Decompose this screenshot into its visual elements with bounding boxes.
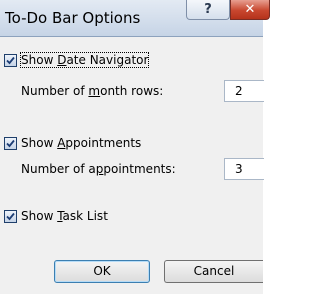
date-navigator-option[interactable]: Show Date Navigator — [4, 51, 150, 69]
checkmark-icon — [6, 212, 15, 220]
title-bar[interactable]: To-Do Bar Options ? ✕ — [0, 0, 270, 37]
dialog-body: Show Date Navigator Number of month rows… — [0, 37, 264, 294]
cancel-button[interactable]: Cancel — [164, 260, 263, 283]
appointments-count-input[interactable]: 3 — [224, 158, 264, 180]
help-button[interactable]: ? — [186, 0, 230, 20]
month-rows-input[interactable]: 2 — [224, 80, 264, 102]
appointments-checkbox[interactable] — [4, 136, 17, 150]
appointments-count-row: Number of appointments: — [21, 158, 176, 180]
appointments-count-label: Number of appointments: — [21, 162, 176, 176]
ok-button[interactable]: OK — [54, 260, 150, 283]
month-rows-label: Number of month rows: — [21, 84, 164, 98]
checkmark-icon — [6, 139, 15, 147]
dialog-title: To-Do Bar Options — [5, 9, 141, 27]
task-list-label: Show Task List — [21, 209, 108, 223]
appointments-label: Show Appointments — [21, 136, 142, 150]
close-icon: ✕ — [244, 2, 256, 17]
checkmark-icon — [6, 56, 15, 64]
month-rows-row: Number of month rows: — [21, 80, 163, 102]
date-navigator-checkbox[interactable] — [4, 53, 17, 67]
appointments-option[interactable]: Show Appointments — [4, 134, 141, 152]
help-icon: ? — [204, 2, 212, 17]
task-list-checkbox[interactable] — [4, 209, 17, 223]
date-navigator-label: Show Date Navigator — [19, 52, 150, 68]
task-list-option[interactable]: Show Task List — [4, 207, 108, 225]
close-button[interactable]: ✕ — [230, 0, 270, 20]
